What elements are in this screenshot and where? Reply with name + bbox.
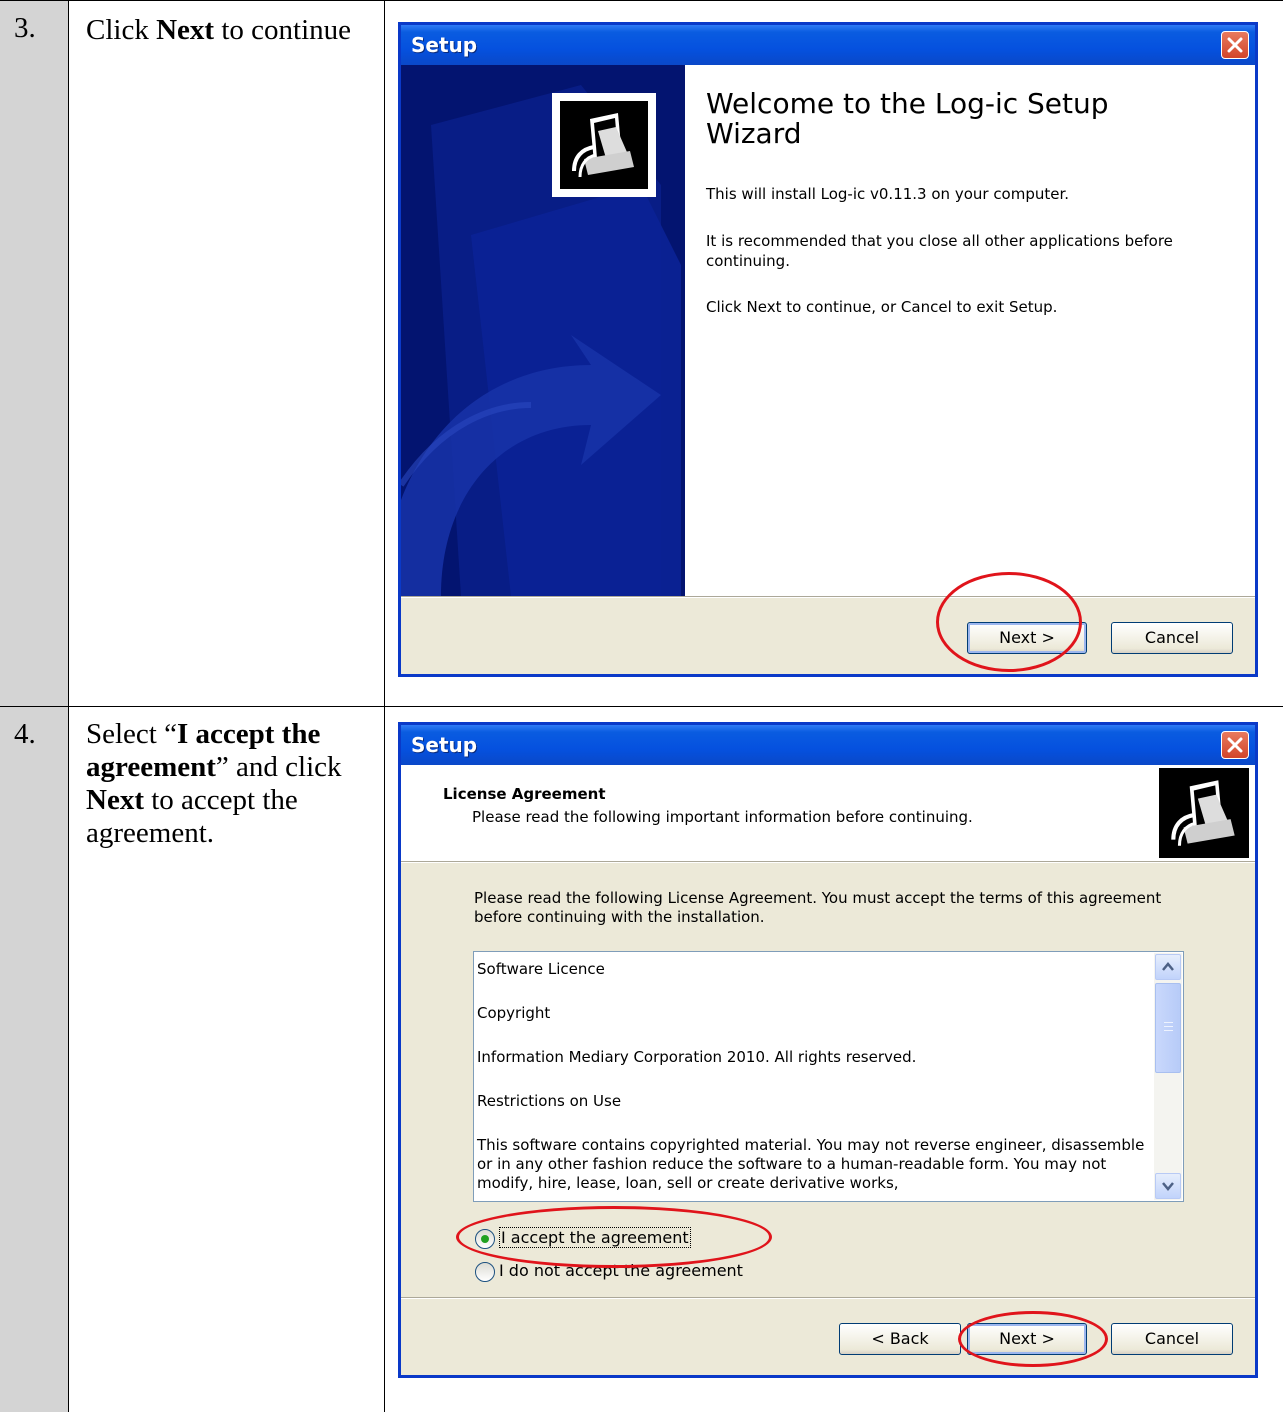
step-4-instruction: Select “I accept the agreement” and clic…	[86, 718, 342, 849]
welcome-heading: Welcome to the Log-ic Setup Wizard	[706, 87, 1109, 150]
next-button-highlight-ring	[958, 1311, 1108, 1367]
license-line: Copyright	[477, 1004, 551, 1022]
license-line: Information Mediary Corporation 2010. Al…	[477, 1048, 917, 1066]
close-icon[interactable]	[1221, 731, 1249, 759]
install-info-text: This will install Log-ic v0.11.3 on your…	[706, 185, 1070, 203]
table-col-divider-2	[384, 0, 385, 1412]
step-3-instruction: Click Next to continue	[86, 14, 351, 46]
license-text-box[interactable]: Software Licence Copyright Information M…	[473, 951, 1184, 1202]
section-title: License Agreement	[443, 785, 606, 803]
footer-divider	[401, 1297, 1255, 1299]
scroll-thumb[interactable]	[1155, 983, 1181, 1073]
license-intro-text: Please read the following License Agreem…	[474, 889, 1162, 926]
accept-radio-highlight-ring	[456, 1206, 772, 1268]
license-line: Restrictions on Use	[477, 1092, 622, 1110]
title-bar[interactable]: Setup	[401, 725, 1255, 765]
setup-logo-icon	[1159, 768, 1249, 858]
setup-welcome-dialog: Setup Welcome to the Log-ic Setup Wizard…	[398, 22, 1258, 677]
cancel-button[interactable]: Cancel	[1111, 622, 1233, 654]
step-3-number: 3.	[14, 12, 36, 44]
window-title: Setup	[411, 33, 478, 57]
scroll-down-arrow-icon[interactable]	[1155, 1173, 1181, 1199]
scroll-up-arrow-icon[interactable]	[1155, 954, 1181, 980]
decline-radio[interactable]	[475, 1262, 495, 1282]
close-icon[interactable]	[1221, 31, 1249, 59]
close-apps-text: It is recommended that you close all oth…	[706, 232, 1173, 270]
license-line: This software contains copyrighted mater…	[477, 1136, 1145, 1192]
license-line: Software Licence	[477, 960, 605, 978]
title-bar[interactable]: Setup	[401, 25, 1255, 65]
table-col-divider-1	[68, 0, 69, 1412]
table-top-border	[0, 0, 1283, 1]
step-4-number: 4.	[14, 718, 36, 750]
window-title: Setup	[411, 733, 478, 757]
next-button-highlight-ring	[936, 572, 1082, 672]
setup-license-dialog: Setup License Agreement Please read the …	[398, 722, 1258, 1378]
license-scrollbar[interactable]	[1154, 953, 1182, 1200]
continue-hint-text: Click Next to continue, or Cancel to exi…	[706, 298, 1058, 316]
setup-logo-icon	[552, 93, 656, 197]
table-row-divider	[0, 706, 1283, 707]
section-subtitle: Please read the following important info…	[472, 808, 973, 826]
back-button[interactable]: < Back	[839, 1323, 961, 1355]
cancel-button[interactable]: Cancel	[1111, 1323, 1233, 1355]
footer-divider	[401, 596, 1255, 598]
header-divider	[401, 861, 1255, 863]
